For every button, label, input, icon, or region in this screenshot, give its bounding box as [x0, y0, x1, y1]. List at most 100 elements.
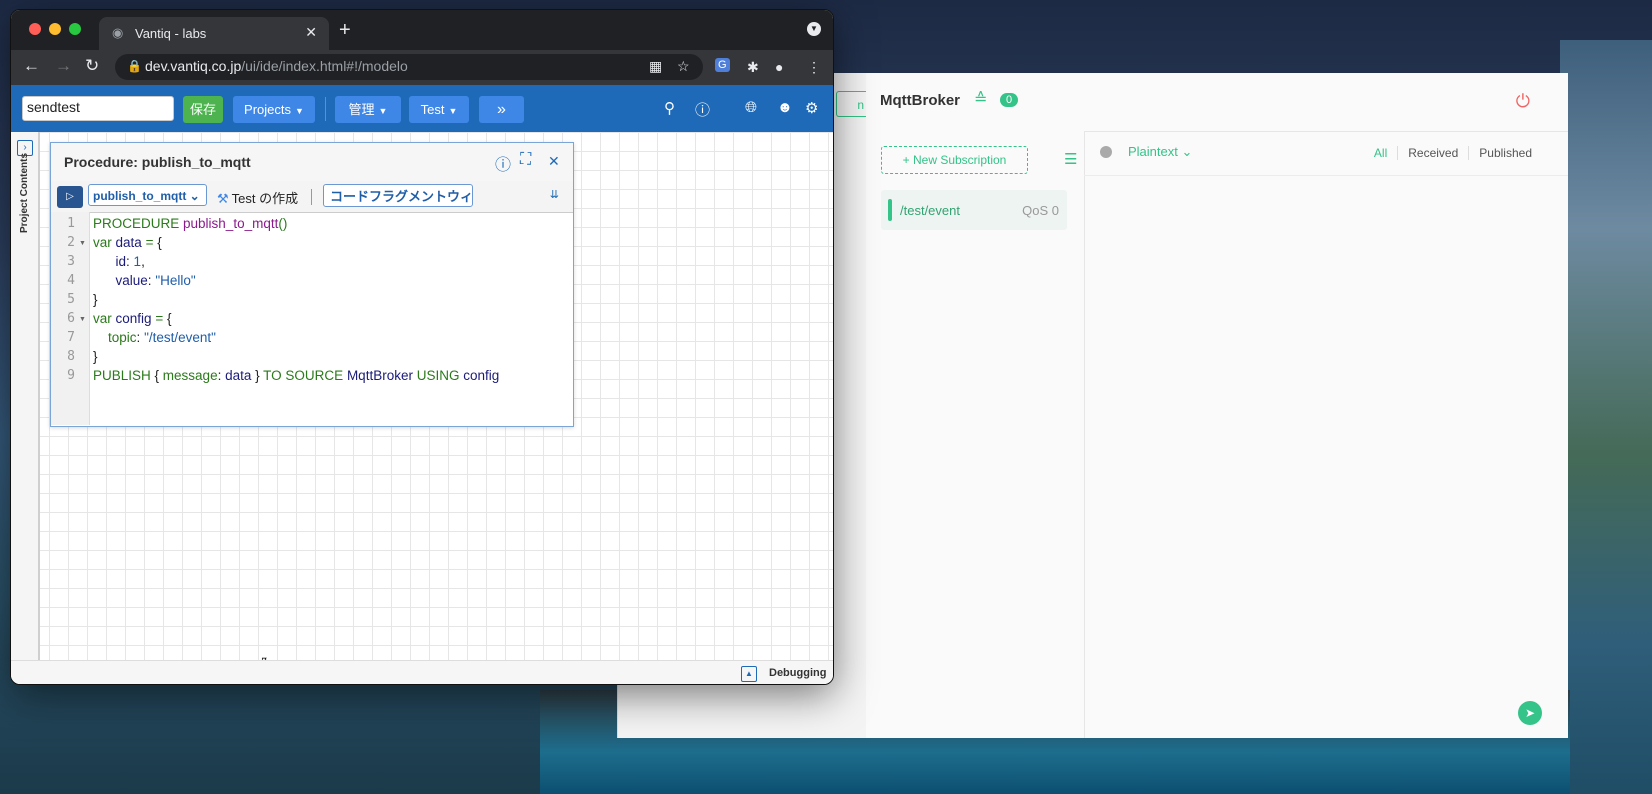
status-bar: ▲ Debugging: [11, 660, 833, 684]
procedure-pane: Procedure: publish_to_mqtt ⓘ ⛶ ✕ ▷ publi…: [50, 142, 574, 427]
line-number: 8: [67, 349, 75, 364]
user-icon[interactable]: ☻: [777, 99, 793, 116]
profile-icon[interactable]: ●: [775, 59, 783, 75]
divider: [325, 97, 326, 121]
procedure-select-label: publish_to_mqtt: [93, 189, 187, 203]
send-icon[interactable]: ➤: [1518, 701, 1542, 725]
procedure-select[interactable]: publish_to_mqtt ⌄: [88, 184, 207, 206]
payload-format-label: Plaintext: [1128, 144, 1178, 159]
code-line: PROCEDURE publish_to_mqtt(): [93, 216, 288, 231]
flask-icon: ⚒: [217, 191, 229, 206]
url-domain: dev.vantiq.co.jp: [145, 58, 242, 74]
code-line: var config = {: [93, 311, 172, 326]
projects-label: Projects: [244, 102, 292, 117]
url-path: /ui/ide/index.html#!/modelo: [241, 58, 408, 74]
reload-icon[interactable]: ↻: [85, 56, 99, 76]
line-number: 7: [67, 330, 75, 345]
line-number-gutter: 1 2 ▼ 3 4 5 6 ▼ 7 8 9: [51, 212, 90, 425]
forward-icon[interactable]: →: [55, 56, 72, 76]
format-icon: [1100, 146, 1112, 158]
maximize-window-button[interactable]: [69, 23, 81, 35]
lock-icon[interactable]: 🔒: [127, 59, 142, 73]
close-window-button[interactable]: [29, 23, 41, 35]
tab-all[interactable]: All: [1364, 146, 1397, 160]
tab-search-icon[interactable]: ▼: [807, 22, 821, 36]
back-icon[interactable]: ←: [23, 56, 40, 76]
bookmark-star-icon[interactable]: ☆: [677, 58, 690, 75]
menu-icon[interactable]: ⋮: [807, 59, 821, 76]
desktop-wallpaper: [1560, 40, 1652, 794]
address-bar[interactable]: 🔒 dev.vantiq.co.jp/ui/ide/index.html#!/m…: [115, 54, 703, 80]
fullscreen-icon[interactable]: ⛶: [520, 151, 531, 169]
search-icon[interactable]: ⚲: [664, 99, 675, 117]
more-menu-button[interactable]: »: [479, 96, 524, 123]
power-icon[interactable]: ⏻: [1516, 91, 1530, 112]
connection-button[interactable]: n: [836, 91, 866, 117]
new-tab-icon[interactable]: +: [339, 19, 351, 42]
globe-icon[interactable]: 🌐︎: [745, 99, 757, 116]
new-subscription-button[interactable]: + New Subscription: [881, 146, 1028, 174]
message-filter-tabs: All Received Published: [1364, 146, 1542, 160]
code-line: value: "Hello": [115, 273, 196, 288]
translate-icon[interactable]: G: [715, 58, 730, 72]
connection-name: MqttBroker: [880, 92, 961, 109]
browser-tab[interactable]: ◉ Vantiq - labs ✕: [99, 17, 329, 50]
new-subscription-label: New Subscription: [912, 153, 1007, 167]
namespace-field[interactable]: sendtest: [22, 96, 174, 121]
line-number: 9: [67, 368, 75, 383]
toolbar: ← → ↻ 🔒 dev.vantiq.co.jp/ui/ide/index.ht…: [11, 50, 833, 85]
tab-title: Vantiq - labs: [135, 26, 207, 41]
code-fragment-select[interactable]: コードフラグメントウィ: [323, 184, 473, 207]
qr-code-icon[interactable]: ▦: [649, 58, 662, 75]
subscription-qos: QoS 0: [1022, 203, 1059, 218]
create-test-button[interactable]: ⚒ Test の作成: [217, 188, 298, 207]
subscription-topic: /test/event: [900, 203, 960, 218]
test-label: Test: [420, 102, 445, 117]
gear-icon[interactable]: ⚙: [805, 99, 818, 117]
extensions-icon[interactable]: ✱: [747, 59, 759, 76]
debugging-label[interactable]: Debugging: [769, 667, 826, 679]
project-contents-label[interactable]: Project Contents: [19, 153, 30, 233]
ide-canvas[interactable]: › Project Contents Procedure: publish_to…: [11, 132, 833, 669]
help-icon[interactable]: ⓘ: [495, 151, 511, 175]
close-icon[interactable]: ✕: [305, 24, 317, 41]
procedure-title: Procedure: publish_to_mqtt: [64, 154, 251, 170]
fold-icon[interactable]: ▼: [79, 316, 86, 323]
messages-header: Plaintext ⌄ All Received Published: [1084, 131, 1568, 176]
debugging-icon[interactable]: ▲: [741, 666, 757, 682]
line-number: 6: [67, 311, 75, 326]
create-test-label: Test の作成: [231, 191, 299, 206]
subscription-color-bar: [888, 199, 892, 221]
caret-down-icon: ▼: [378, 106, 388, 116]
globe-icon: ◉: [112, 25, 124, 40]
tab-received[interactable]: Received: [1397, 146, 1469, 160]
payload-format-select[interactable]: Plaintext ⌄: [1128, 144, 1192, 160]
collapse-icon[interactable]: ☰: [1064, 150, 1077, 168]
run-button[interactable]: ▷: [57, 186, 83, 208]
save-button[interactable]: 保存: [183, 96, 223, 123]
subscriptions-panel: + New Subscription ☰ /test/event QoS 0: [866, 131, 1085, 738]
expand-down-icon[interactable]: ⇊: [550, 188, 559, 201]
code-line: PUBLISH { message: data } TO SOURCE Mqtt…: [93, 368, 500, 383]
test-menu-button[interactable]: Test ▼: [409, 96, 469, 123]
admin-menu-button[interactable]: 管理 ▼: [335, 96, 401, 123]
code-line: topic: "/test/event": [108, 330, 216, 345]
procedure-header: Procedure: publish_to_mqtt ⓘ ⛶ ✕: [51, 143, 573, 182]
close-icon[interactable]: ✕: [548, 153, 560, 170]
tab-published[interactable]: Published: [1468, 146, 1542, 160]
url-text: dev.vantiq.co.jp/ui/ide/index.html#!/mod…: [145, 58, 408, 74]
caret-down-icon: ▼: [448, 106, 458, 116]
line-number: 4: [67, 273, 75, 288]
projects-menu-button[interactable]: Projects ▼: [233, 96, 315, 123]
line-number: 2: [67, 235, 75, 250]
help-icon[interactable]: ⓘ: [695, 99, 710, 120]
fold-icon[interactable]: ▼: [79, 240, 86, 247]
divider: [311, 189, 312, 205]
project-contents-sidebar: › Project Contents: [11, 132, 40, 660]
caret-down-icon: ▼: [295, 106, 304, 116]
subscription-item[interactable]: /test/event QoS 0: [881, 190, 1067, 230]
chevron-down-icon[interactable]: ≙: [974, 89, 987, 109]
minimize-window-button[interactable]: [49, 23, 61, 35]
unread-badge: 0: [1000, 93, 1019, 107]
code-line: }: [93, 292, 98, 307]
